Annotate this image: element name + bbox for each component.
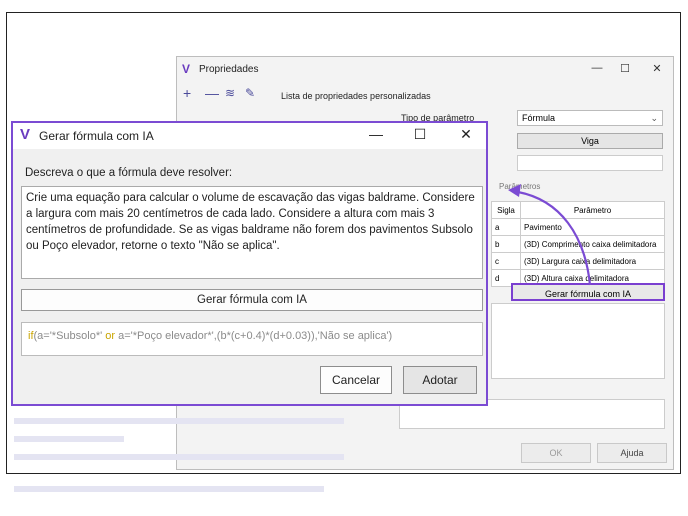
edit-icon[interactable]: ✎ [245, 86, 255, 100]
ai-formula-icon[interactable]: ≋ [225, 86, 235, 100]
table-header-row: Sigla Parâmetro [491, 201, 665, 219]
cell-sigla: c [491, 252, 521, 270]
cell-sigla: a [491, 218, 521, 236]
remove-icon[interactable]: — [205, 85, 219, 101]
table-row[interactable]: b (3D) Comprimento caixa delimitadora [491, 235, 665, 253]
formula-text: (a='*Subsolo*' [33, 330, 106, 342]
ghost-text-line [14, 436, 124, 442]
table-row[interactable]: c (3D) Largura caixa delimitadora [491, 252, 665, 270]
generate-formula-dialog: V Gerar fórmula com IA — ☐ ✕ Descreva o … [11, 121, 488, 406]
ghost-text-line [14, 486, 324, 492]
close-icon[interactable]: ✕ [457, 126, 475, 143]
cell-parametro: Pavimento [520, 218, 665, 236]
maximize-icon[interactable]: ☐ [411, 126, 429, 143]
prompt-label: Descreva o que a fórmula deve resolver: [25, 167, 233, 179]
parameter-list-area [491, 303, 665, 379]
cell-parametro: (3D) Comprimento caixa delimitadora [520, 235, 665, 253]
add-icon[interactable]: + [183, 85, 191, 101]
adopt-button[interactable]: Adotar [403, 366, 477, 394]
parameters-label: Parâmetros [499, 182, 541, 191]
ok-button[interactable]: OK [521, 443, 591, 463]
properties-titlebar: V Propriedades — ☐ ✕ [177, 57, 673, 83]
app-logo-icon: V [182, 62, 191, 76]
viga-button[interactable]: Viga [517, 133, 663, 149]
custom-properties-label: Lista de propriedades personalizadas [281, 91, 431, 101]
parameters-table: Sigla Parâmetro a Pavimento b (3D) Compr… [491, 201, 665, 287]
dialog-title: Gerar fórmula com IA [39, 129, 154, 143]
generated-formula-field[interactable]: if(a='*Subsolo*' or a='*Poço elevador*',… [21, 322, 483, 356]
cell-sigla: b [491, 235, 521, 253]
formula-field[interactable] [517, 155, 663, 171]
maximize-icon[interactable]: ☐ [617, 62, 633, 75]
cell-parametro: (3D) Largura caixa delimitadora [520, 252, 665, 270]
column-header-sigla: Sigla [491, 201, 521, 219]
generate-formula-button[interactable]: Gerar fórmula com IA [21, 289, 483, 311]
parameter-type-select[interactable]: Fórmula ⌄ [517, 110, 663, 126]
prompt-textarea[interactable]: Crie uma equação para calcular o volume … [21, 186, 483, 279]
ghost-text-line [14, 418, 344, 424]
properties-title: Propriedades [199, 64, 259, 75]
help-button[interactable]: Ajuda [597, 443, 667, 463]
formula-keyword-or: or [105, 330, 116, 342]
generate-formula-ai-button[interactable]: Gerar fórmula com IA [511, 283, 665, 301]
table-row[interactable]: a Pavimento [491, 218, 665, 236]
close-icon[interactable]: ✕ [649, 62, 665, 75]
chevron-down-icon: ⌄ [650, 113, 658, 123]
minimize-icon[interactable]: — [367, 126, 385, 142]
parameter-type-value: Fórmula [522, 113, 556, 123]
ghost-text-line [14, 454, 344, 460]
dialog-titlebar: V Gerar fórmula com IA — ☐ ✕ [13, 123, 486, 149]
app-logo-icon: V [20, 126, 31, 143]
minimize-icon[interactable]: — [589, 62, 605, 74]
cancel-button[interactable]: Cancelar [320, 366, 392, 394]
column-header-parametro: Parâmetro [520, 201, 665, 219]
formula-text: a='*Poço elevador*',(b*(c+0.4)*(d+0.03))… [115, 330, 393, 342]
